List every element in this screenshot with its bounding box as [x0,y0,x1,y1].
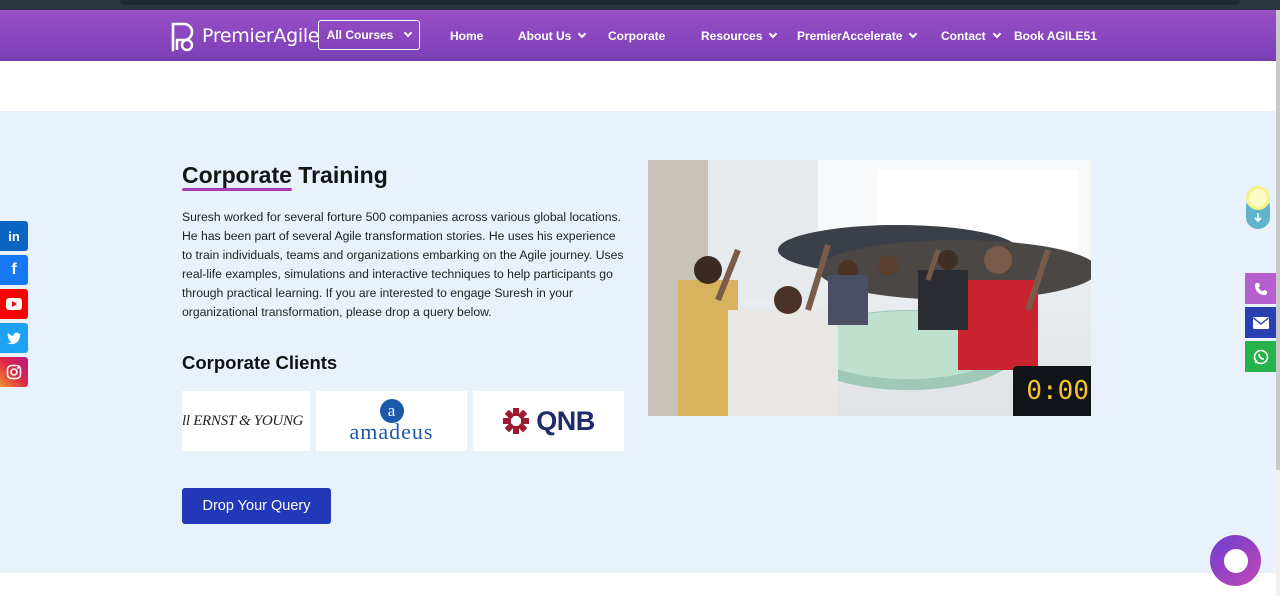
training-photo: 0:00 [648,160,1091,416]
all-courses-button[interactable]: All Courses [318,20,420,50]
chevron-down-icon [992,29,1001,38]
nav-item-premieraccelerate[interactable]: PremierAccelerate [797,10,918,61]
logo-mark-icon [170,20,196,52]
photo-timer-display: 0:00 [1013,366,1091,416]
mail-icon[interactable] [1245,307,1276,338]
ey-logo-text: ll ERNST & YOUNG [182,412,304,429]
whatsapp-icon[interactable] [1245,341,1276,372]
logo[interactable]: PremierAgile [170,19,320,53]
section-title: Corporate Training [182,162,388,189]
all-courses-label: All Courses [326,28,394,42]
drop-your-query-button[interactable]: Drop Your Query [182,488,331,524]
scrollbar-thumb[interactable] [1276,10,1280,470]
title-highlight: Corporate [182,162,292,188]
instagram-icon[interactable] [0,357,28,387]
chat-widget-button[interactable] [1210,535,1261,586]
nav-item-label: Corporate [608,28,666,43]
logo-text: PremierAgile [202,25,320,47]
section-description: Suresh worked for several forture 500 co… [182,210,624,319]
nav-item-about-us[interactable]: About Us [518,10,587,61]
browser-top-strip [0,0,1280,10]
client-logo-qnb: QNB [473,391,624,451]
top-strip-pill [120,0,1240,5]
phone-icon[interactable] [1245,273,1276,304]
nav-item-label: Book AGILE51 [1014,28,1097,43]
nav-item-corporate[interactable]: Corporate [608,10,665,61]
youtube-icon[interactable] [0,289,28,319]
nav-item-label: Resources [701,28,763,43]
linkedin-icon[interactable]: in [0,221,28,251]
chevron-down-icon [404,28,413,38]
twitter-icon[interactable] [0,323,28,353]
nav-item-label: About Us [518,28,572,43]
navbar: PremierAgile All Courses Home About Us C… [0,10,1276,61]
qnb-mark-icon [503,408,530,434]
nav-item-book-agile51[interactable]: Book AGILE51 [1014,10,1097,61]
clients-heading: Corporate Clients [182,352,338,373]
nav-item-home[interactable]: Home [450,10,483,61]
title-rest: Training [291,162,388,188]
page-scrollbar[interactable] [1276,10,1280,596]
chat-bubble-icon [1223,548,1248,573]
nav-item-resources[interactable]: Resources [701,10,778,61]
amadeus-logo-text: amadeus [349,419,434,444]
lightbulb-icon[interactable] [1244,185,1272,231]
client-logo-ernst-young: ll ERNST & YOUNG [182,391,310,451]
chevron-down-icon [769,29,778,38]
client-logo-amadeus: a amadeus [316,391,467,451]
nav-item-label: Home [450,28,484,43]
qnb-logo-text: QNB [536,405,595,436]
chevron-down-icon [909,29,918,38]
chevron-down-icon [578,29,587,38]
facebook-icon[interactable]: f [0,255,28,285]
nav-item-label: Contact [941,28,986,43]
nav-item-label: PremierAccelerate [797,28,903,43]
nav-item-contact[interactable]: Contact [941,10,1001,61]
